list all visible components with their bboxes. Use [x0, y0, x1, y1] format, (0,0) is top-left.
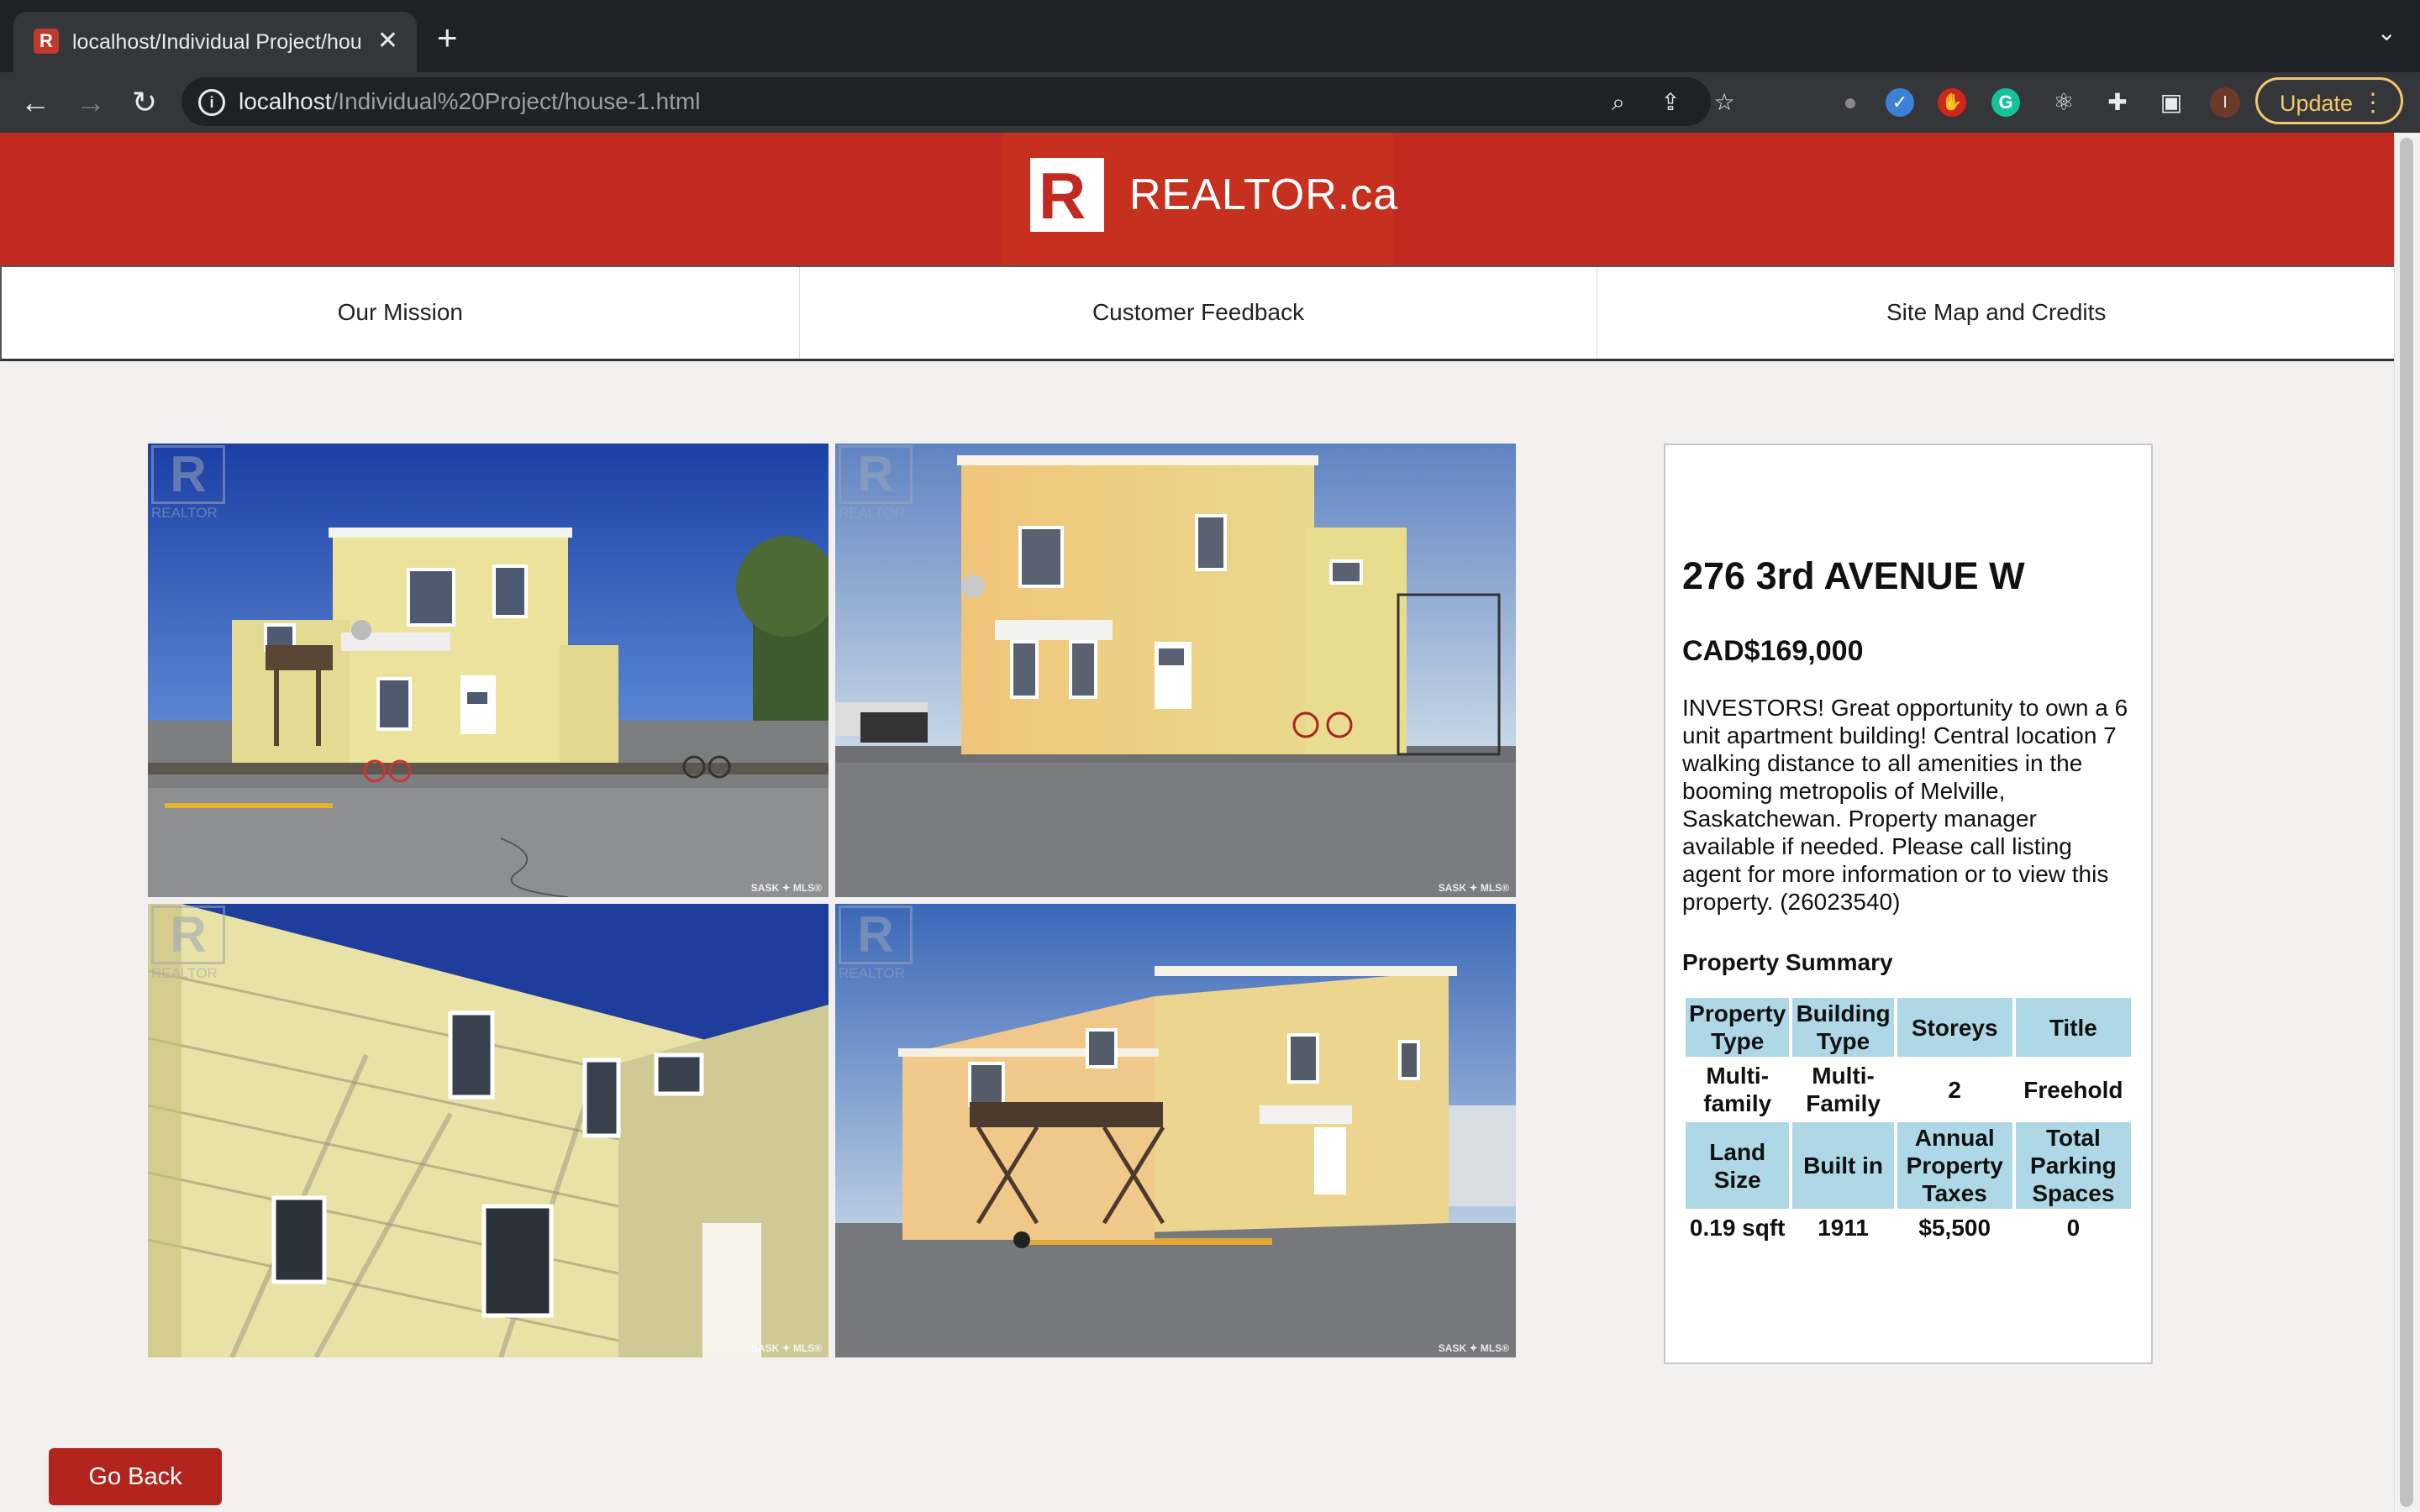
close-tab-icon[interactable]: ✕ [377, 27, 398, 55]
listing-price: CAD$169,000 [1682, 635, 1864, 667]
realtor-logo-mark-icon: R [1030, 158, 1104, 232]
table-cell: Multi-family [1703, 1063, 1772, 1116]
browser-tab[interactable]: R localhost/Individual Project/hou ✕ [13, 12, 417, 72]
reload-icon[interactable]: ↻ [126, 84, 163, 121]
tab-search-chevron-icon[interactable]: ⌄ [2377, 18, 2396, 46]
update-button[interactable]: Update ⋮ [2255, 77, 2403, 124]
address-bar[interactable]: i localhost/Individual%20Project/house-1… [182, 77, 1735, 126]
page-viewport: R REALTOR.ca Our Mission Customer Feedba… [0, 133, 2420, 1512]
listing-description: INVESTORS! Great opportunity to own a 6 … [1682, 695, 2128, 915]
table-row: 0.19 sqft 1911 $5,500 0 [1686, 1212, 2131, 1243]
property-summary-table: Property Type Building Type Storeys Titl… [1682, 995, 2134, 1247]
house-photo-corner[interactable]: R REALTOR SASK ✦ MLS® [835, 904, 1516, 1357]
forward-icon[interactable]: → [72, 84, 109, 121]
extension-icon[interactable]: ✓ [1886, 88, 1914, 117]
table-header-cell: Land Size [1686, 1122, 1790, 1209]
extension-icon[interactable]: ● [1832, 84, 1869, 121]
mls-mark: SASK ✦ MLS® [750, 1342, 822, 1354]
sidebar-icon[interactable]: ▣ [2153, 84, 2190, 121]
table-row: Multi-family Multi-Family 2 Freehold [1686, 1060, 2131, 1119]
photo-gallery: R REALTOR SASK ✦ MLS® R REALTOR SASK ✦ M… [148, 444, 1518, 1359]
realtor-watermark-icon: R REALTOR [151, 906, 227, 986]
table-header-cell: Total Parking Spaces [2015, 1122, 2131, 1209]
mls-mark: SASK ✦ MLS® [750, 882, 822, 894]
mls-mark: SASK ✦ MLS® [1438, 1342, 1509, 1354]
nav-our-mission[interactable]: Our Mission [2, 267, 800, 359]
realtor-watermark-icon: R REALTOR [151, 445, 227, 526]
url-text[interactable]: localhost/Individual%20Project/house-1.h… [239, 87, 700, 116]
mls-mark: SASK ✦ MLS® [1438, 882, 1509, 894]
extension-icon[interactable]: ⚛ [2045, 84, 2082, 121]
house-photo-side[interactable]: R REALTOR SASK ✦ MLS® [148, 904, 829, 1357]
table-cell: Multi-Family [1806, 1063, 1881, 1116]
house-photo-front[interactable]: R REALTOR SASK ✦ MLS® [148, 444, 829, 897]
table-header-cell: Storeys [1897, 998, 2012, 1057]
table-row: Land Size Built in Annual Property Taxes… [1686, 1122, 2131, 1209]
info-icon[interactable]: i [198, 89, 225, 116]
table-cell: 0.19 sqft [1689, 1215, 1786, 1241]
share-icon[interactable]: ⇪ [1654, 86, 1687, 119]
scrollbar-thumb[interactable] [2400, 138, 2413, 1507]
realtor-favicon-icon: R [34, 29, 59, 54]
realtor-watermark-icon: R REALTOR [839, 906, 914, 986]
puzzle-icon[interactable]: ✚ [2099, 84, 2136, 121]
nav-site-map-credits[interactable]: Site Map and Credits [1597, 267, 2395, 359]
table-header-cell: Title [2015, 998, 2131, 1057]
tab-title: localhost/Individual Project/hou [72, 30, 362, 54]
logo-text: REALTOR.ca [1129, 171, 1399, 219]
listing-details-card: 276 3rd AVENUE W CAD$169,000 INVESTORS! … [1664, 444, 2153, 1364]
table-cell: 0 [2066, 1215, 2081, 1241]
table-header-cell: Annual Property Taxes [1897, 1122, 2012, 1209]
page-scrollbar[interactable] [2394, 133, 2420, 1512]
realtor-logo[interactable]: R REALTOR.ca [1002, 133, 1397, 265]
property-summary-title: Property Summary [1682, 949, 1893, 975]
table-row: Property Type Building Type Storeys Titl… [1686, 998, 2131, 1057]
browser-toolbar: ← → ↻ i localhost/Individual%20Project/h… [0, 72, 2420, 133]
realtor-watermark-icon: R REALTOR [839, 445, 914, 526]
menu-icon[interactable]: ⋮ [2360, 80, 2386, 127]
table-header-cell: Built in [1792, 1122, 1894, 1209]
star-icon[interactable]: ☆ [1707, 86, 1741, 119]
go-back-button[interactable]: Go Back [49, 1448, 222, 1505]
listing-address: 276 3rd AVENUE W [1682, 554, 2025, 597]
extension-icon[interactable]: G [1991, 88, 2020, 117]
zoom-icon[interactable]: ⌕ [1602, 86, 1635, 119]
back-icon[interactable]: ← [17, 84, 54, 121]
profile-icon[interactable]: I [2210, 87, 2240, 118]
table-header-cell: Building Type [1792, 998, 1894, 1057]
house-photo-front-angle[interactable]: R REALTOR SASK ✦ MLS® [835, 444, 1516, 897]
table-cell: 2 [1948, 1076, 1961, 1103]
main-nav: Our Mission Customer Feedback Site Map a… [0, 265, 2395, 361]
site-header: R REALTOR.ca [0, 133, 2395, 265]
browser-tab-strip: R localhost/Individual Project/hou ✕ + ⌄ [0, 0, 2420, 72]
new-tab-icon[interactable]: + [437, 20, 458, 55]
table-cell: $5,500 [1918, 1215, 1991, 1241]
extension-icon[interactable]: ✋ [1938, 88, 1966, 117]
table-header-cell: Property Type [1686, 998, 1790, 1057]
table-cell: 1911 [1818, 1215, 1869, 1241]
table-cell: Freehold [2023, 1076, 2123, 1103]
nav-customer-feedback[interactable]: Customer Feedback [800, 267, 1598, 359]
